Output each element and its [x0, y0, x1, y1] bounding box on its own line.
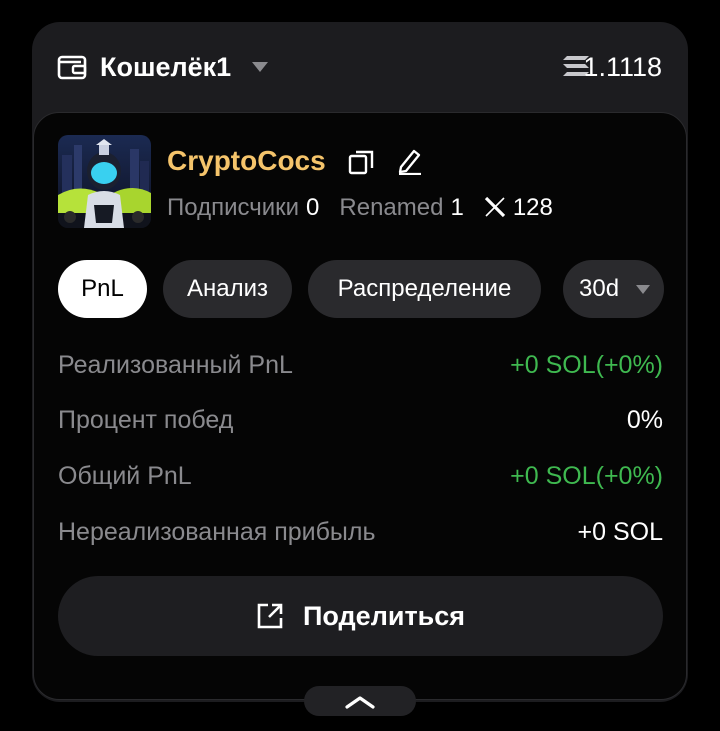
renamed-label: Renamed [339, 194, 444, 221]
metric-row-realized-pnl: Реализованный PnL +0 SOL(+0%) [58, 345, 663, 385]
metric-label: Нереализованная прибыль [58, 518, 376, 546]
metric-value: 0% [626, 406, 663, 434]
share-button[interactable]: Поделиться [58, 576, 663, 656]
tab-pnl[interactable]: PnL [58, 260, 147, 318]
wallet-icon [57, 55, 87, 80]
chevron-down-icon [636, 285, 650, 294]
profile-stats: Подписчики 0 Renamed 1 128 [167, 191, 553, 225]
wallet-card: Кошелёк1 1.1118 CryptoCocs Подписчики 0 … [32, 22, 688, 702]
metric-label: Процент побед [58, 406, 234, 434]
tab-analysis[interactable]: Анализ [163, 260, 292, 318]
metric-label: Общий PnL [58, 462, 192, 490]
username: CryptoCocs [167, 145, 326, 176]
period-value: 30d [579, 275, 620, 302]
chevron-down-icon[interactable] [252, 62, 268, 72]
avatar [58, 135, 151, 228]
wallet-name[interactable]: Кошелёк1 [100, 48, 231, 86]
external-link-icon [257, 603, 283, 629]
copy-icon[interactable] [348, 149, 374, 175]
followers-count: 0 [306, 194, 320, 221]
chevron-up-icon [345, 696, 375, 709]
share-label: Поделиться [303, 601, 466, 631]
metric-row-total-pnl: Общий PnL +0 SOL(+0%) [58, 456, 663, 496]
wallet-header[interactable]: Кошелёк1 1.1118 [32, 22, 688, 112]
metric-value: +0 SOL [577, 518, 663, 546]
metric-row-unrealized-profit: Нереализованная прибыль +0 SOL [58, 512, 663, 552]
metric-value: +0 SOL(+0%) [510, 462, 663, 490]
followers-label: Подписчики [167, 194, 300, 221]
metric-row-win-rate: Процент побед 0% [58, 400, 663, 440]
tab-distribution[interactable]: Распределение [308, 260, 541, 318]
period-select[interactable]: 30d [563, 260, 664, 318]
metric-value: +0 SOL(+0%) [510, 351, 663, 379]
x-followers-count[interactable]: 128 [513, 191, 553, 225]
wallet-details-panel: CryptoCocs Подписчики 0 Renamed 1 128 PnL А… [33, 112, 687, 700]
pencil-icon[interactable] [397, 147, 423, 175]
collapse-button[interactable] [304, 686, 416, 716]
renamed-count: 1 [450, 194, 464, 221]
metric-label: Реализованный PnL [58, 351, 293, 379]
x-logo-icon [484, 196, 505, 218]
wallet-balance: 1.1118 [583, 52, 662, 82]
